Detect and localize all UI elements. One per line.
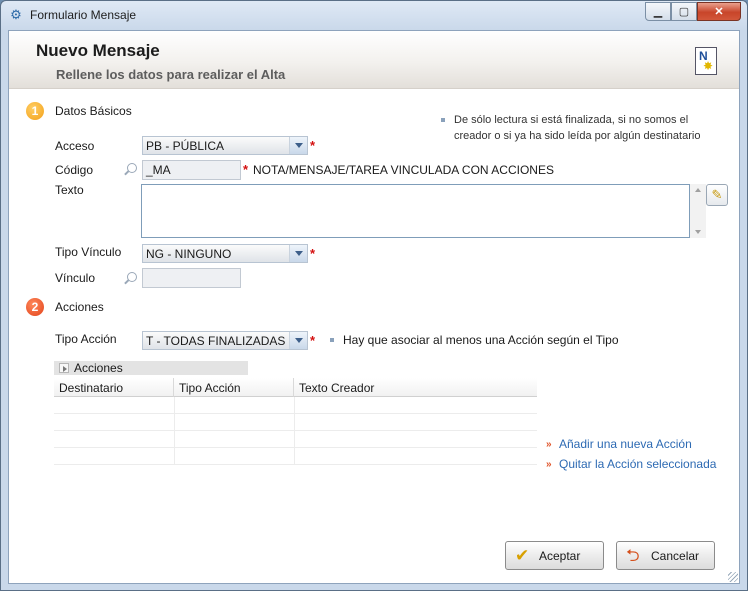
title-bar[interactable]: ⚙ Formulario Mensaje ▁ ▢ ✕ (1, 1, 747, 29)
search-icon[interactable] (127, 272, 137, 282)
settings-icon: ⚙ (10, 7, 22, 22)
section-2-label: Acciones (55, 300, 104, 314)
section-1-number: 1 (26, 102, 44, 120)
vinculo-input[interactable] (142, 268, 241, 288)
codigo-required: * (243, 162, 249, 177)
pencil-icon[interactable]: ✎ (706, 184, 728, 206)
acceso-label: Acceso (55, 139, 95, 153)
resize-grip-icon[interactable] (728, 572, 738, 582)
texto-scrollbar[interactable] (690, 184, 706, 238)
page-title: Nuevo Mensaje (36, 41, 160, 60)
chevron-down-icon[interactable] (289, 245, 307, 262)
page-subtitle: Rellene los datos para realizar el Alta (56, 67, 286, 82)
table-row[interactable] (54, 397, 537, 414)
dialog-window: ⚙ Formulario Mensaje ▁ ▢ ✕ Nuevo Mensaje… (0, 0, 748, 591)
maximize-button[interactable]: ▢ (671, 2, 697, 21)
table-row[interactable] (54, 431, 537, 448)
acceso-value: PB - PÚBLICA (146, 139, 225, 153)
column-header-tipo-accion[interactable]: Tipo Acción (174, 378, 294, 397)
cancel-button[interactable]: ⮌ Cancelar (616, 541, 715, 570)
accept-button[interactable]: ✔ Aceptar (505, 541, 604, 570)
remove-action-link[interactable]: Quitar la Acción seleccionada (559, 457, 716, 471)
tipo-vinculo-label: Tipo Vínculo (55, 245, 122, 259)
scroll-up-icon[interactable] (695, 188, 701, 192)
texto-label: Texto (55, 183, 84, 197)
column-header-destinatario[interactable]: Destinatario (54, 378, 174, 397)
cancel-label: Cancelar (651, 549, 700, 563)
minimize-button[interactable]: ▁ (645, 2, 671, 21)
search-icon[interactable] (127, 163, 137, 173)
tipo-vinculo-select[interactable]: NG - NINGUNO (142, 244, 308, 263)
window-controls: ▁ ▢ ✕ (645, 2, 741, 21)
tipo-accion-note: Hay que asociar al menos una Acción segú… (343, 333, 619, 347)
section-1-label: Datos Básicos (55, 104, 132, 118)
codigo-label: Código (55, 163, 94, 177)
form-header: Nuevo Mensaje Rellene los datos para rea… (9, 31, 739, 89)
tipo-accion-value: T - TODAS FINALIZADAS (146, 334, 286, 348)
note-bullet-icon (330, 338, 334, 342)
expand-icon[interactable] (59, 363, 69, 373)
texto-textarea[interactable] (141, 184, 690, 238)
acceso-select[interactable]: PB - PÚBLICA (142, 136, 308, 155)
scroll-down-icon[interactable] (695, 230, 701, 234)
chevron-right-icon: » (546, 459, 552, 470)
readonly-note: De sólo lectura si está finalizada, si n… (454, 114, 701, 142)
vinculo-label: Vínculo (55, 271, 96, 285)
chevron-right-icon: » (546, 439, 552, 450)
table-row[interactable] (54, 448, 537, 465)
new-document-icon: N ✸ (695, 47, 717, 75)
note-bullet-icon (441, 118, 445, 122)
chevron-down-icon[interactable] (289, 332, 307, 349)
window-title: Formulario Mensaje (30, 8, 137, 22)
tipo-vinculo-value: NG - NINGUNO (146, 247, 232, 261)
close-button[interactable]: ✕ (697, 2, 741, 21)
cancel-arrow-icon: ⮌ (626, 546, 640, 565)
tipo-accion-select[interactable]: T - TODAS FINALIZADAS (142, 331, 308, 350)
tipo-accion-required: * (310, 333, 316, 348)
codigo-input[interactable]: _MA (142, 160, 241, 180)
add-action-link[interactable]: Añadir una nueva Acción (559, 437, 692, 451)
acceso-required: * (310, 138, 316, 153)
star-icon: ✸ (703, 59, 714, 73)
tipo-vinculo-required: * (310, 246, 316, 261)
column-header-texto-creador[interactable]: Texto Creador (294, 378, 537, 397)
tipo-accion-label: Tipo Acción (55, 332, 117, 346)
checkmark-icon: ✔ (515, 546, 530, 565)
grid-title: Acciones (74, 361, 123, 375)
table-row[interactable] (54, 414, 537, 431)
codigo-note: NOTA/MENSAJE/TAREA VINCULADA CON ACCIONE… (253, 163, 554, 177)
dialog-content: Nuevo Mensaje Rellene los datos para rea… (8, 30, 740, 584)
chevron-down-icon[interactable] (289, 137, 307, 154)
accept-label: Aceptar (539, 549, 581, 563)
section-2-number: 2 (26, 298, 44, 316)
